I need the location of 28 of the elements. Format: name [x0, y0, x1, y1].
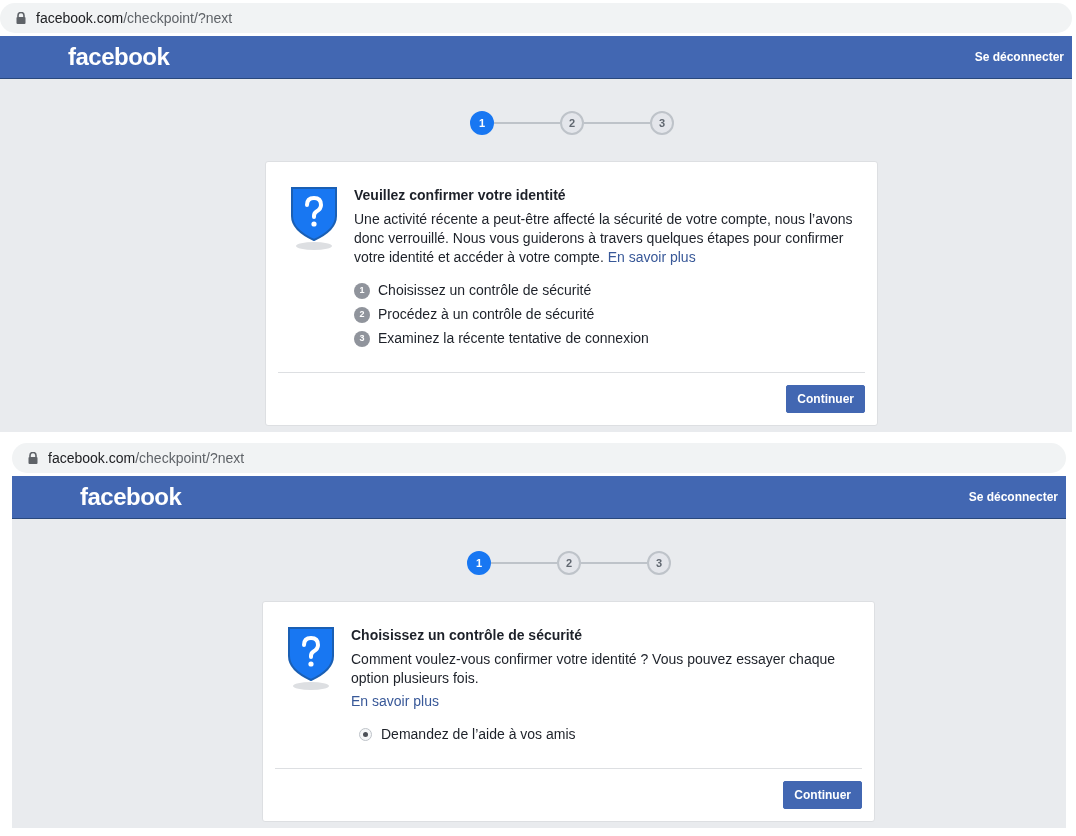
logo[interactable]: facebook — [80, 479, 182, 515]
logout-link[interactable]: Se déconnecter — [974, 48, 1064, 66]
number-badge: 2 — [354, 306, 370, 323]
address-bar[interactable]: facebook.com/checkpoint/?next — [0, 3, 1072, 33]
shield-question-icon — [287, 626, 335, 690]
card-description: Une activité récente a peut-être affecté la sécurité de votre compte, nous l’avons donc verrouillé. Nous vous guiderons à travers quelques étapes pour confirmer votre identité et accéder à votre compte. En savoir plus — [354, 210, 854, 267]
continue-button[interactable]: Continuer — [783, 781, 862, 809]
step-text: Procédez à un contrôle de sécurité — [378, 305, 595, 324]
lock-icon — [16, 12, 26, 24]
logo[interactable]: facebook — [68, 39, 170, 75]
step-text: Examinez la récente tentative de connexion — [378, 329, 649, 348]
learn-more-link[interactable]: En savoir plus — [351, 692, 439, 711]
radio-option[interactable]: Demandez de l’aide à vos amis — [359, 725, 854, 744]
continue-button[interactable]: Continuer — [786, 385, 865, 413]
radio-button[interactable] — [359, 728, 372, 741]
shield-question-icon — [290, 186, 338, 250]
lock-icon — [28, 452, 38, 464]
number-badge: 1 — [354, 282, 370, 299]
url-text: facebook.com/checkpoint/?next — [36, 8, 233, 28]
number-badge: 3 — [354, 330, 370, 347]
card-description: Comment voulez-vous confirmer votre identité ? Vous pouvez essayer chaque option plusieurs fois. — [351, 650, 837, 688]
card-title: Choisissez un contrôle de sécurité — [351, 626, 584, 645]
learn-more-link[interactable]: En savoir plus — [607, 249, 696, 265]
logout-link[interactable]: Se déconnecter — [968, 488, 1058, 506]
address-bar[interactable]: facebook.com/checkpoint/?next — [12, 443, 1066, 473]
step-text: Choisissez un contrôle de sécurité — [378, 281, 592, 300]
card-title: Veuillez confirmer votre identité — [354, 186, 567, 205]
url-text: facebook.com/checkpoint/?next — [48, 448, 245, 468]
